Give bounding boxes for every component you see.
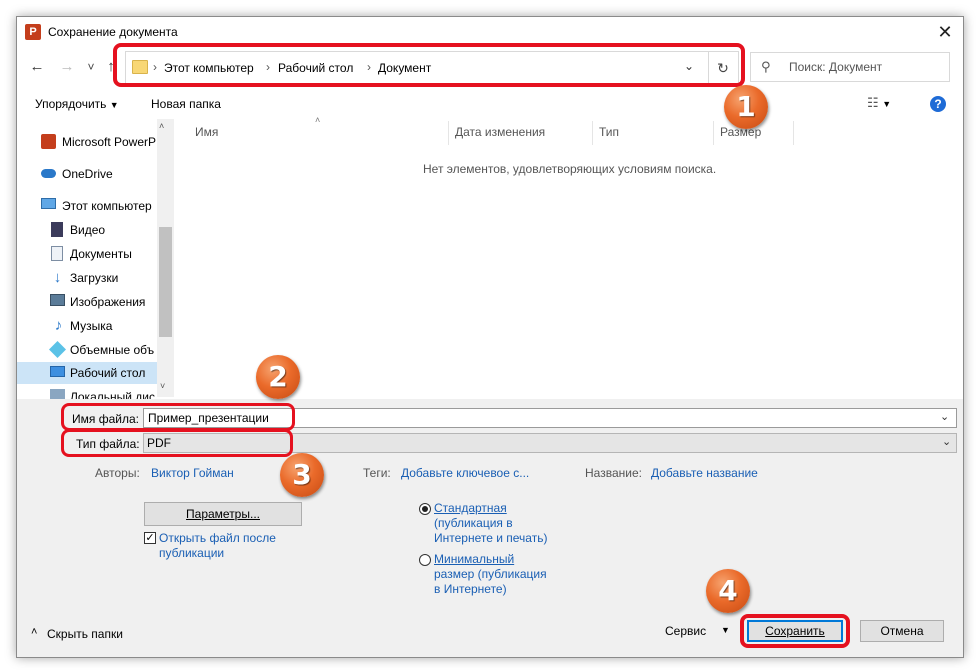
- search-box[interactable]: ⚲ Поиск: Документ: [750, 52, 950, 82]
- callout-badge-1: 1: [724, 85, 768, 129]
- column-type[interactable]: Тип: [599, 125, 619, 139]
- authors-value[interactable]: Виктор Гойман: [151, 466, 234, 480]
- radio-minimal-label[interactable]: Минимальный размер (публикация в Интерне…: [434, 552, 547, 597]
- sidebar-scroll-thumb[interactable]: [159, 227, 172, 337]
- radio-minimal[interactable]: [419, 554, 431, 566]
- column-divider[interactable]: [793, 121, 794, 145]
- chevron-down-icon[interactable]: ▼: [721, 625, 730, 635]
- new-folder-button[interactable]: Новая папка: [151, 97, 221, 111]
- radio-minimal-line3: в Интернете): [434, 582, 507, 596]
- radio-standard[interactable]: [419, 503, 431, 515]
- sidebar-item-label: Этот компьютер: [62, 199, 152, 213]
- sidebar-item-label: Локальный дис: [70, 390, 155, 399]
- column-date-modified[interactable]: Дата изменения: [455, 125, 545, 139]
- sidebar-item-this-pc[interactable]: Этот компьютер: [17, 195, 167, 217]
- scroll-down-icon[interactable]: ˅: [160, 381, 165, 391]
- sort-up-icon: ˄: [315, 115, 321, 125]
- chevron-down-icon: ▼: [109, 100, 119, 110]
- tags-label: Теги:: [363, 466, 391, 480]
- open-after-publish-label[interactable]: Открыть файл после публикации: [159, 531, 276, 561]
- sidebar-item-pictures[interactable]: Изображения: [17, 291, 167, 313]
- column-divider[interactable]: [592, 121, 593, 145]
- radio-standard-line3: Интернете и печать): [434, 531, 548, 545]
- help-icon[interactable]: ?: [930, 96, 946, 112]
- sidebar-item-label: Документы: [70, 247, 132, 261]
- view-options-icon[interactable]: ☷ ▼: [867, 95, 891, 111]
- highlight-filetype: [61, 429, 293, 457]
- scroll-up-icon[interactable]: ˄: [159, 121, 164, 131]
- tags-value[interactable]: Добавьте ключевое с...: [401, 466, 529, 480]
- title-value[interactable]: Добавьте название: [651, 466, 758, 480]
- sidebar-item-label: Загрузки: [70, 271, 119, 285]
- authors-label: Авторы:: [95, 466, 140, 480]
- radio-standard-label[interactable]: Стандартная (публикация в Интернете и пе…: [434, 501, 547, 546]
- radio-minimal-line1: Минимальный: [434, 552, 515, 566]
- sidebar-item-label: Изображения: [70, 295, 146, 309]
- sidebar-item-label: Объемные объ: [70, 343, 155, 357]
- disk-icon: [50, 389, 65, 399]
- sidebar-item-onedrive[interactable]: OneDrive: [17, 163, 167, 185]
- sidebar-item-label: Рабочий стол: [70, 366, 146, 380]
- empty-folder-message: Нет элементов, удовлетворяющих условиям …: [423, 162, 717, 176]
- callout-badge-4: 4: [706, 569, 750, 613]
- organize-label: Упорядочить: [35, 97, 107, 111]
- sidebar-item-video[interactable]: Видео: [17, 219, 167, 241]
- radio-standard-line2: (публикация в: [434, 516, 513, 530]
- radio-standard-line1: Стандартная: [434, 501, 507, 515]
- recent-locations-icon[interactable]: ˅: [81, 57, 101, 77]
- back-arrow-icon[interactable]: ←: [27, 57, 47, 77]
- powerpoint-icon: [41, 134, 56, 149]
- open-after-publish-checkbox[interactable]: ✓: [144, 532, 156, 544]
- sidebar-item-label: Видео: [70, 223, 106, 237]
- sidebar-item-downloads[interactable]: ↓ Загрузки: [17, 267, 167, 289]
- video-icon: [51, 222, 63, 237]
- downloads-icon: ↓: [53, 269, 62, 286]
- 3d-objects-icon: [49, 341, 66, 358]
- sidebar-item-local-disk[interactable]: Локальный дис: [17, 386, 167, 399]
- open-after-publish-line2: публикации: [159, 546, 225, 560]
- sidebar-item-desktop[interactable]: Рабочий стол: [17, 362, 157, 384]
- computer-icon: [41, 198, 56, 209]
- cloud-icon: [41, 169, 56, 178]
- parameters-button-label: Параметры...: [186, 507, 260, 521]
- parameters-button[interactable]: Параметры...: [144, 502, 302, 526]
- highlight-save: [740, 614, 850, 648]
- open-after-publish-line1: Открыть файл после: [159, 531, 276, 545]
- sidebar-item-label: Музыка: [70, 319, 113, 333]
- column-divider[interactable]: [448, 121, 449, 145]
- sidebar-item-label: OneDrive: [62, 167, 113, 181]
- search-placeholder: Поиск: Документ: [789, 60, 883, 74]
- save-dialog: P Сохранение документа ✕ ← → ˅ ↑ › Этот …: [16, 16, 964, 658]
- column-divider[interactable]: [713, 121, 714, 145]
- sidebar-item-powerpoint[interactable]: Microsoft PowerP: [17, 131, 167, 153]
- chevron-down-icon[interactable]: ⌄: [940, 410, 949, 423]
- callout-badge-2: 2: [256, 355, 300, 399]
- documents-icon: [51, 246, 63, 261]
- tools-menu[interactable]: Сервис: [665, 624, 706, 638]
- chevron-up-icon[interactable]: ˄: [31, 626, 37, 638]
- hide-folders-button[interactable]: Скрыть папки: [47, 627, 123, 641]
- chevron-down-icon[interactable]: ⌄: [942, 435, 951, 448]
- callout-badge-3: 3: [280, 453, 324, 497]
- music-icon: ♪: [54, 317, 63, 334]
- highlight-filename: [61, 403, 295, 431]
- pictures-icon: [50, 294, 65, 306]
- desktop-icon: [50, 366, 65, 377]
- sidebar-item-music[interactable]: ♪ Музыка: [17, 315, 167, 337]
- navigation-pane: Microsoft PowerP OneDrive Этот компьютер…: [17, 119, 173, 399]
- sidebar-item-label: Microsoft PowerP: [62, 135, 157, 149]
- close-icon[interactable]: ✕: [933, 21, 957, 43]
- column-name[interactable]: Имя: [195, 125, 218, 139]
- cancel-button[interactable]: Отмена: [860, 620, 944, 642]
- radio-minimal-line2: размер (публикация: [434, 567, 547, 581]
- search-icon: ⚲: [761, 59, 771, 74]
- window-title: Сохранение документа: [48, 25, 178, 39]
- forward-arrow-icon[interactable]: →: [57, 57, 77, 77]
- powerpoint-icon: P: [25, 24, 41, 40]
- title-label: Название:: [585, 466, 642, 480]
- organize-menu[interactable]: Упорядочить ▼: [35, 97, 119, 111]
- highlight-address-bar: [113, 43, 745, 87]
- sidebar-item-documents[interactable]: Документы: [17, 243, 167, 265]
- sidebar-item-3d-objects[interactable]: Объемные объ: [17, 339, 167, 361]
